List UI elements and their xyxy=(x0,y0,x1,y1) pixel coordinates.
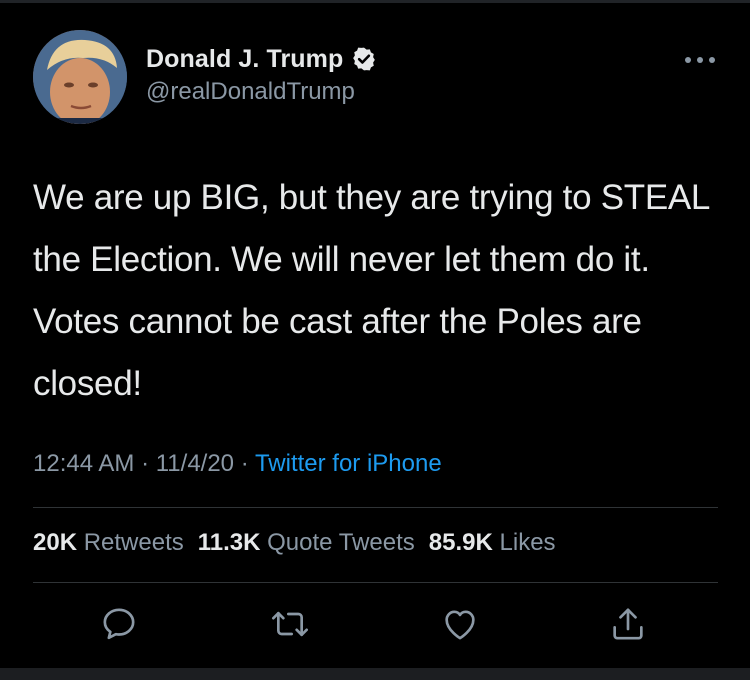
avatar-image xyxy=(33,30,127,124)
tweet-date[interactable]: 11/4/20 xyxy=(156,450,234,477)
verified-badge-icon xyxy=(353,47,376,71)
tweet-text: We are up BIG, but they are trying to ST… xyxy=(33,178,709,403)
quote-tweets-stat[interactable]: 11.3K Quote Tweets xyxy=(198,529,415,556)
user-handle[interactable]: @realDonaldTrump xyxy=(146,78,377,106)
likes-count: 85.9K xyxy=(428,529,493,556)
quote-tweets-label: Quote Tweets xyxy=(267,529,415,556)
display-name[interactable]: Donald J. Trump xyxy=(146,45,343,74)
share-icon xyxy=(613,608,643,640)
like-button[interactable] xyxy=(440,604,480,644)
reply-button[interactable] xyxy=(99,604,139,644)
divider-bottom xyxy=(33,582,718,583)
retweets-stat[interactable]: 20K Retweets xyxy=(33,529,184,556)
tweet-meta: 12:44 AM · 11/4/20 · Twitter for iPhone xyxy=(33,450,442,478)
retweet-icon xyxy=(272,611,308,637)
meta-separator: · xyxy=(134,450,156,477)
meta-separator: · xyxy=(234,450,255,477)
tweet-time[interactable]: 12:44 AM xyxy=(33,450,134,477)
quote-tweets-count: 11.3K xyxy=(197,529,261,556)
retweet-button[interactable] xyxy=(270,604,310,644)
retweets-count: 20K xyxy=(33,529,78,556)
tweet-source-link[interactable]: Twitter for iPhone xyxy=(255,450,442,477)
bottom-border xyxy=(0,668,750,680)
top-border xyxy=(0,0,750,3)
retweets-label: Retweets xyxy=(83,529,184,556)
likes-label: Likes xyxy=(499,529,556,556)
share-button[interactable] xyxy=(608,604,648,644)
divider-top xyxy=(33,507,718,508)
reply-icon xyxy=(103,608,135,640)
likes-stat[interactable]: 85.9K Likes xyxy=(429,529,556,556)
heart-icon xyxy=(445,610,475,640)
author-block: Donald J. Trump @realDonaldTrump xyxy=(146,44,377,106)
display-name-row: Donald J. Trump xyxy=(146,44,377,74)
tweet-stats: 20K Retweets 11.3K Quote Tweets 85.9K Like… xyxy=(33,529,556,557)
more-horizontal-icon[interactable] xyxy=(683,53,717,67)
avatar[interactable] xyxy=(33,30,127,124)
